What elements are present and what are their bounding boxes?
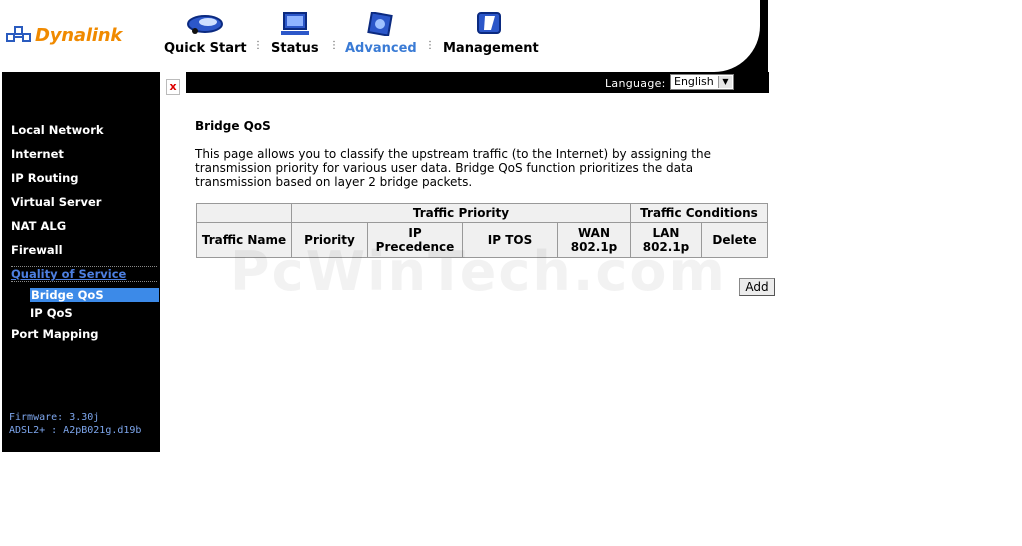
close-icon[interactable]: x (166, 79, 180, 95)
page-title: Bridge QoS (195, 119, 271, 133)
dynalink-logo-icon (6, 26, 31, 42)
column-lan-8021p: LAN 802.1p (630, 222, 702, 258)
table-header-empty (196, 203, 292, 223)
nav-label: Status (271, 41, 319, 56)
nav-status[interactable]: Status (271, 12, 319, 56)
column-delete: Delete (701, 222, 768, 258)
add-button[interactable]: Add (739, 278, 775, 296)
nav-separator: ⋮ (253, 40, 263, 51)
monitor-icon (280, 12, 309, 35)
language-select[interactable]: English ▼ (670, 74, 734, 90)
nav-management[interactable]: Management (443, 12, 539, 56)
nav-advanced[interactable]: Advanced (345, 11, 417, 56)
language-value: English (674, 75, 714, 88)
firmware-version: Firmware: 3.30j (9, 412, 100, 423)
sidebar-subitem-ip-qos[interactable]: IP QoS (30, 306, 73, 320)
table-group-header-row: Traffic Priority Traffic Conditions (196, 203, 768, 223)
sidebar-item-quality-of-service[interactable]: Quality of Service (11, 266, 157, 282)
chip-icon (367, 11, 393, 37)
sidebar: Local Network Internet IP Routing Virtua… (2, 72, 160, 452)
nav-label: Quick Start (164, 41, 247, 56)
sidebar-item-firewall[interactable]: Firewall (11, 243, 63, 257)
language-bar: Language: English ▼ (186, 72, 769, 93)
nav-separator: ⋮ (329, 40, 339, 51)
brand-name: Dynalink (35, 24, 123, 46)
nav-label: Management (443, 41, 539, 56)
close-panel: x (160, 72, 186, 120)
column-ip-precedence: IP Precedence (367, 222, 463, 258)
chevron-down-icon[interactable]: ▼ (718, 76, 732, 88)
table-group-traffic-conditions: Traffic Conditions (630, 203, 768, 223)
bridge-qos-table: Traffic Priority Traffic Conditions Traf… (196, 203, 768, 258)
sidebar-item-nat-alg[interactable]: NAT ALG (11, 219, 66, 233)
sidebar-item-virtual-server[interactable]: Virtual Server (11, 195, 101, 209)
column-priority: Priority (291, 222, 368, 258)
page-description: This page allows you to classify the ups… (195, 147, 711, 189)
language-label: Language: (605, 77, 666, 90)
dynalink-logo: Dynalink (6, 24, 122, 46)
sidebar-item-local-network[interactable]: Local Network (11, 123, 104, 137)
sidebar-item-ip-routing[interactable]: IP Routing (11, 171, 79, 185)
nav-label: Advanced (345, 41, 417, 56)
column-ip-tos: IP TOS (462, 222, 558, 258)
sidebar-item-port-mapping[interactable]: Port Mapping (11, 327, 99, 341)
column-wan-8021p: WAN 802.1p (557, 222, 631, 258)
column-traffic-name: Traffic Name (196, 222, 292, 258)
sidebar-item-internet[interactable]: Internet (11, 147, 64, 161)
nav-quick-start[interactable]: Quick Start (164, 12, 247, 56)
table-group-traffic-priority: Traffic Priority (291, 203, 631, 223)
car-icon (187, 15, 224, 34)
sidebar-subitem-bridge-qos[interactable]: Bridge QoS (30, 288, 159, 302)
folder-icon (476, 12, 501, 34)
adsl-version: ADSL2+ : A2pB021g.d19b (9, 425, 142, 436)
nav-separator: ⋮ (425, 40, 435, 51)
table-column-header-row: Traffic Name Priority IP Precedence IP T… (196, 222, 768, 258)
